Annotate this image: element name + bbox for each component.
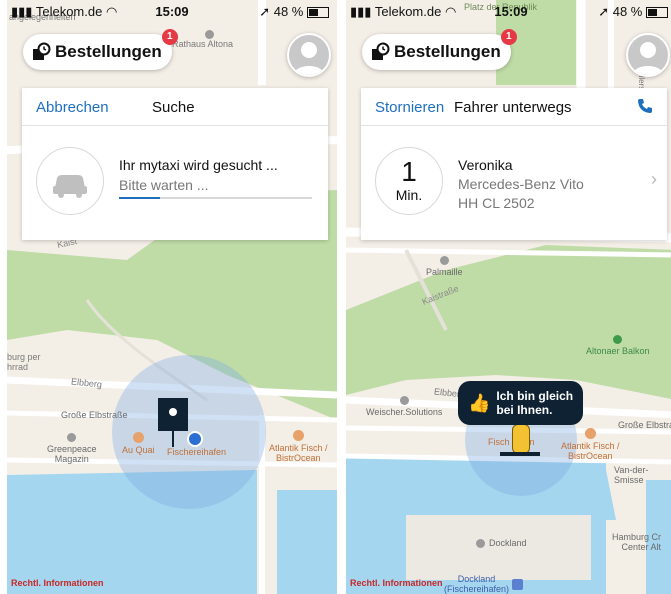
poi-marker-icon [205, 30, 214, 39]
search-progress-fill [119, 197, 160, 199]
card-header: Stornieren Fahrer unterwegs [361, 88, 667, 126]
bus-stop-icon [512, 578, 524, 590]
location-arrow-icon: ➚ [598, 4, 613, 19]
search-card: Abbrechen Suche Ihr mytaxi wird gesucht … [22, 88, 328, 240]
orders-clock-bag-icon [372, 42, 390, 60]
maps-legal-text: Rechtl. Informationen [11, 578, 104, 588]
poi-marker-icon [439, 256, 449, 265]
legal-link[interactable]: Rechtl. Informationen [11, 578, 104, 588]
driver-name: Veronika [458, 157, 513, 173]
search-title: Ihr mytaxi wird gesucht ... [119, 157, 278, 173]
left-phone-screen: angelegenheiten Rathaus Altona Kaist bur… [7, 0, 337, 594]
orders-label: Bestellungen [394, 42, 501, 61]
chevron-right-icon: › [651, 169, 657, 189]
driver-message: Ich bin gleich bei Ihnen. [496, 389, 574, 417]
map-label: Große Elbstraße [61, 410, 128, 420]
cancel-button[interactable]: Abbrechen [36, 99, 109, 116]
battery-icon [646, 7, 668, 19]
map-label: Dockland (Fischereihafen) [444, 574, 524, 594]
map-label: Altonaer Balkon [586, 335, 650, 356]
profile-avatar[interactable] [287, 33, 331, 77]
vehicle-model: Mercedes-Benz Vito [458, 176, 584, 192]
eta-unit: Min. [395, 187, 423, 203]
poi-marker-icon [399, 396, 409, 405]
map-label: Palmaille [426, 256, 463, 277]
map-label: burg per hrrad [7, 352, 41, 372]
license-plate: HH CL 2502 [458, 195, 535, 211]
driver-message-bubble: 👍 Ich bin gleich bei Ihnen. [458, 381, 583, 425]
user-icon [294, 42, 324, 75]
map-label: Greenpeace Magazin [47, 433, 97, 464]
status-bar: ▮▮▮ Telekom.de ◠ 15:09 ➚ 48 % [7, 0, 337, 24]
card-body: Ihr mytaxi wird gesucht ... Bitte warten… [22, 126, 328, 240]
search-subtitle: Bitte warten ... [119, 177, 209, 193]
card-title: Fahrer unterwegs [454, 99, 572, 116]
taxi-car-icon [53, 175, 87, 198]
user-icon [633, 42, 663, 75]
poi-marker-icon [476, 538, 485, 548]
card-header: Abbrechen Suche [22, 88, 328, 126]
right-phone-screen: Platz der Republik Schillerstraße Palmai… [346, 0, 671, 594]
map-label: Fischereihafen [167, 447, 227, 457]
orders-badge: 1 [161, 29, 178, 45]
battery-indicator: ➚ 48 % [259, 4, 329, 20]
orders-clock-bag-icon [33, 42, 51, 60]
maps-legal-text: Rechtl. Informationen [350, 578, 443, 588]
orders-button[interactable]: Bestellungen 1 [362, 29, 517, 70]
driver-card: Stornieren Fahrer unterwegs 1 Min. Veron… [361, 88, 667, 240]
cancel-button[interactable]: Stornieren [375, 99, 444, 116]
phone-icon[interactable] [637, 98, 653, 114]
driver-car-shadow [500, 452, 540, 456]
map-label: Au Quai [122, 432, 155, 455]
legal-link[interactable]: Rechtl. Informationen [350, 578, 443, 588]
map-label: Atlantik Fisch / BistrOcean [269, 430, 328, 463]
driver-car-marker [512, 424, 530, 454]
map-label: Dockland [476, 538, 527, 548]
profile-avatar[interactable] [626, 33, 670, 77]
map-label: Van-der-Smisse [614, 465, 649, 485]
map-label: Rathaus Altona [172, 30, 233, 49]
pickup-pin [158, 398, 188, 431]
battery-icon [307, 7, 329, 19]
orders-label: Bestellungen [55, 42, 162, 61]
restaurant-icon [132, 432, 144, 443]
viewpoint-icon [613, 335, 623, 344]
status-bar: ▮▮▮ Telekom.de ◠ 15:09 ➚ 48 % [346, 0, 671, 24]
map-label: Atlantik Fisch / BistrOcean [561, 428, 620, 461]
taxi-circle [36, 147, 104, 215]
map-label: Hamburg Cr Center Alt [612, 532, 662, 552]
poi-marker-icon [67, 433, 77, 442]
orders-button[interactable]: Bestellungen 1 [23, 29, 178, 70]
eta-number: 1 [401, 156, 417, 187]
map-label: Große Elbstra [618, 420, 671, 430]
restaurant-icon [292, 430, 304, 441]
battery-indicator: ➚ 48 % [598, 4, 668, 20]
current-location-dot [187, 431, 203, 447]
thumbs-up-icon: 👍 [468, 392, 491, 413]
location-arrow-icon: ➚ [259, 4, 274, 19]
search-progress-track [119, 197, 312, 199]
card-title: Suche [152, 99, 195, 116]
card-body[interactable]: 1 Min. Veronika Mercedes-Benz Vito HH CL… [361, 126, 667, 240]
restaurant-icon [584, 428, 596, 439]
map-label: Weischer.Solutions [366, 396, 442, 417]
eta-circle: 1 Min. [375, 147, 443, 215]
orders-badge: 1 [500, 29, 517, 45]
